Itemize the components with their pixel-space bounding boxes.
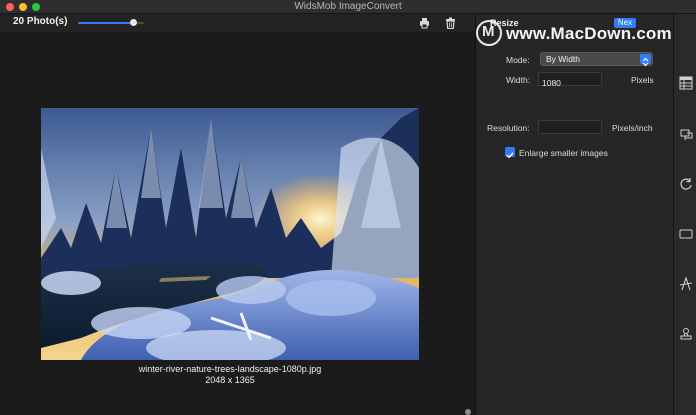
window-title: WidsMob ImageConvert bbox=[294, 1, 402, 12]
title-bar: WidsMob ImageConvert bbox=[0, 0, 696, 14]
mode-select-value: By Width bbox=[546, 54, 581, 64]
stamp-icon[interactable] bbox=[679, 327, 693, 341]
format-icon[interactable] bbox=[679, 127, 693, 141]
file-dimensions: 2048 x 1365 bbox=[205, 375, 255, 385]
rotate-icon[interactable] bbox=[679, 177, 693, 191]
site-watermark: M www.MacDown.com bbox=[476, 20, 674, 48]
resolution-field[interactable] bbox=[538, 120, 602, 137]
crop-icon[interactable] bbox=[679, 227, 693, 241]
enlarge-checkbox[interactable] bbox=[505, 147, 515, 159]
resize-icon[interactable] bbox=[679, 76, 693, 90]
mode-label: Mode: bbox=[506, 55, 530, 65]
width-field[interactable] bbox=[538, 72, 602, 89]
watermark-text: www.MacDown.com bbox=[506, 24, 672, 43]
enlarge-label: Enlarge smaller images bbox=[519, 148, 608, 158]
watermark-logo: M bbox=[476, 20, 502, 46]
resolution-unit: Pixels/inch bbox=[612, 123, 653, 133]
mode-select[interactable]: By Width bbox=[540, 52, 653, 67]
preview-photo[interactable] bbox=[41, 108, 419, 360]
width-input[interactable] bbox=[539, 77, 601, 89]
trash-icon[interactable] bbox=[445, 16, 456, 30]
zoom-slider[interactable] bbox=[78, 19, 144, 26]
width-unit: Pixels bbox=[631, 75, 654, 85]
zoom-slider-fill bbox=[78, 22, 134, 24]
text-watermark-icon[interactable] bbox=[679, 277, 693, 291]
zoom-slider-knob[interactable] bbox=[130, 19, 137, 26]
print-icon[interactable] bbox=[419, 16, 430, 29]
settings-panel: Resize Nex M www.MacDown.com Mode: By Wi… bbox=[475, 14, 673, 415]
width-label: Width: bbox=[506, 75, 531, 85]
canvas-scroll-handle[interactable] bbox=[465, 409, 471, 415]
file-name: winter-river-nature-trees-landscape-1080… bbox=[138, 364, 322, 374]
photo-count: 20 Photo(s) bbox=[13, 16, 68, 27]
tool-sidebar bbox=[673, 14, 696, 415]
preview-canvas: winter-river-nature-trees-landscape-1080… bbox=[0, 32, 475, 415]
resolution-input[interactable] bbox=[539, 125, 601, 137]
toolbar: 20 Photo(s) bbox=[0, 14, 475, 32]
chevron-updown-icon bbox=[640, 54, 651, 67]
resolution-label: Resolution: bbox=[487, 123, 530, 133]
